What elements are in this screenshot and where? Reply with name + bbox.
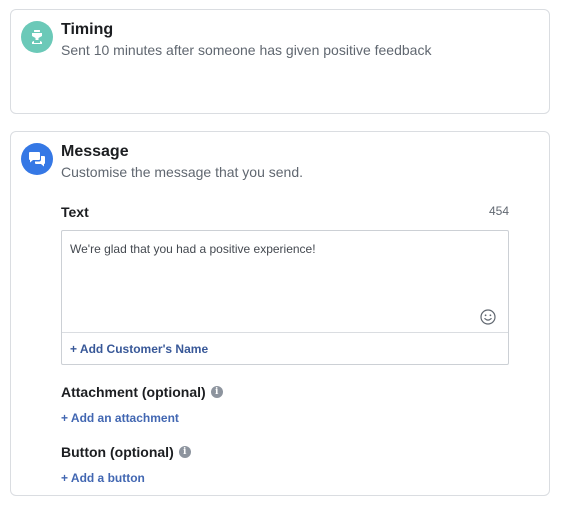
timer-icon bbox=[21, 21, 53, 53]
char-count: 454 bbox=[488, 204, 509, 218]
message-textarea[interactable]: We're glad that you had a positive exper… bbox=[62, 231, 508, 332]
timing-title: Timing bbox=[61, 21, 114, 38]
message-title: Message bbox=[61, 143, 129, 160]
button-label-text: Button (optional) bbox=[61, 444, 174, 460]
add-attachment-link[interactable]: + Add an attachment bbox=[61, 411, 179, 425]
timing-card: Timing Sent 10 minutes after someone has… bbox=[10, 9, 550, 114]
add-customer-name-button[interactable]: + Add Customer's Name bbox=[62, 332, 508, 364]
chat-bubbles-icon bbox=[21, 143, 53, 175]
info-icon[interactable]: i bbox=[210, 386, 223, 398]
attachment-label-text: Attachment (optional) bbox=[61, 384, 206, 400]
timing-description: Sent 10 minutes after someone has given … bbox=[61, 42, 432, 58]
message-description: Customise the message that you send. bbox=[61, 164, 304, 180]
message-card: Message Customise the message that you s… bbox=[10, 131, 550, 496]
button-label: Button (optional) i bbox=[61, 444, 191, 460]
text-label-text: Text bbox=[61, 204, 89, 220]
emoji-icon[interactable] bbox=[480, 309, 496, 325]
text-label: Text bbox=[61, 204, 89, 220]
add-button-link[interactable]: + Add a button bbox=[61, 471, 145, 485]
message-text-box: We're glad that you had a positive exper… bbox=[61, 230, 509, 365]
info-icon[interactable]: i bbox=[178, 446, 191, 458]
attachment-label: Attachment (optional) i bbox=[61, 384, 223, 400]
